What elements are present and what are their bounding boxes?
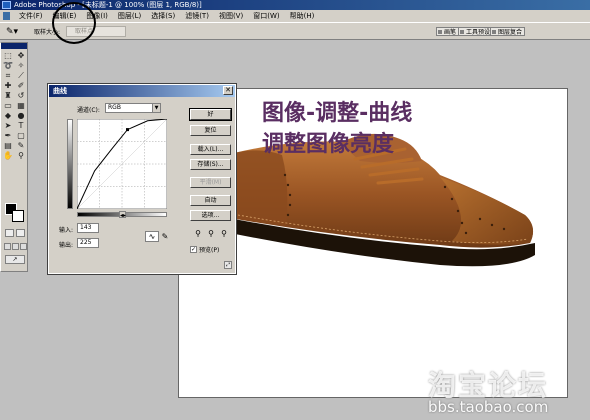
quick-mask-modes [5,229,25,237]
dialog-title: 曲线 [49,85,235,97]
healing-brush-tool-icon[interactable]: ✚ [2,81,14,90]
preview-checkbox[interactable]: ✓ [190,246,197,253]
clone-stamp-tool-icon[interactable]: ♜ [2,91,14,100]
ok-button[interactable]: 好 [189,108,232,121]
close-icon[interactable]: ✕ [223,86,233,95]
eyedropper-tool-icon[interactable]: ✎▾ [6,26,22,38]
toolbox: ⬚ ✥ ➰ ✧ ⌗ ⟋ ✚ ✐ ♜ ↺ ▭ ▦ ◆ ● ➤ T ✒ ▢ ▤ ✎ … [0,42,28,272]
full-screen-icon[interactable] [20,243,27,250]
load-button[interactable]: 载入(L)... [190,144,231,155]
curve-control-point [126,128,129,132]
blur-tool-icon[interactable]: ◆ [2,111,14,120]
lasso-tool-icon[interactable]: ➰ [2,61,14,70]
options-button[interactable]: 选项... [190,210,231,221]
black-eyedropper-icon[interactable]: ⚲ [194,228,202,239]
curves-dialog: 曲线 ✕ 通道(C): RGB ▼ ◂▸ 输入: 143 输出: 225 ∿ ✎… [47,83,237,275]
slice-tool-icon[interactable]: ⟋ [15,71,27,80]
auto-button[interactable]: 自动 [190,195,231,206]
brush-tool-icon[interactable]: ✐ [15,81,27,90]
photoshop-logo-icon [3,12,10,20]
chevron-down-icon: ▼ [152,104,160,112]
type-tool-icon[interactable]: T [15,121,27,130]
eyedropper-icon[interactable]: ✎ [15,141,27,150]
menu-window[interactable]: 窗口(W) [248,11,284,21]
zoom-tool-icon[interactable]: ⚲ [15,151,27,160]
gradient-toggle-icon[interactable]: ◂▸ [119,211,126,219]
hand-tool-icon[interactable]: ✋ [2,151,14,160]
menu-select[interactable]: 选择(S) [146,11,180,21]
photoshop-app-icon [2,1,11,9]
full-screen-menu-icon[interactable] [12,243,19,250]
jump-to-imageready-icon[interactable]: ↗ [5,255,25,264]
tab-layer-comps[interactable]: 图层复合 [490,27,526,36]
background-color-swatch[interactable] [12,210,24,222]
screen-mode-buttons [4,243,27,250]
gradient-tool-icon[interactable]: ▦ [15,101,27,110]
menu-layer[interactable]: 图层(L) [113,11,146,21]
standard-mode-icon[interactable] [5,229,14,237]
palette-well: 画笔 工具预设 图层复合 [410,24,590,38]
crop-tool-icon[interactable]: ⌗ [2,71,14,80]
menu-filter[interactable]: 滤镜(T) [180,11,214,21]
quick-mask-mode-icon[interactable] [16,229,25,237]
marquee-tool-icon[interactable]: ⬚ [2,51,14,60]
channel-value: RGB [108,104,121,111]
tab-brushes[interactable]: 画笔 [436,27,460,36]
standard-screen-icon[interactable] [4,243,11,250]
output-label: 输出: [59,242,74,249]
reset-button[interactable]: 复位 [190,125,231,136]
white-eyedropper-icon[interactable]: ⚲ [220,228,228,239]
output-gradient-bar [67,119,73,209]
tab-tool-presets[interactable]: 工具预设 [458,27,494,36]
pen-tool-icon[interactable]: ✒ [2,131,14,140]
magic-wand-tool-icon[interactable]: ✧ [15,61,27,70]
menu-view[interactable]: 视图(V) [214,11,248,21]
history-brush-tool-icon[interactable]: ↺ [15,91,27,100]
move-tool-icon[interactable]: ✥ [15,51,27,60]
caption-line-1: 图像-调整-曲线 [262,101,413,126]
channel-label: 通道(C): [77,107,100,114]
smooth-button[interactable]: 平滑(M) [190,177,231,188]
gray-eyedropper-icon[interactable]: ⚲ [207,228,215,239]
menu-file[interactable]: 文件(F) [14,11,48,21]
preview-label: 预览(P) [199,247,220,254]
curve-mode-icon[interactable]: ∿ [145,231,159,242]
watermark-url: bbs.taobao.com [428,398,549,416]
channel-select[interactable]: RGB ▼ [105,103,161,113]
notes-tool-icon[interactable]: ▤ [2,141,14,150]
annotation-circle [52,2,96,44]
menu-help[interactable]: 帮助(H) [285,11,320,21]
curve-graph[interactable] [77,119,167,209]
pencil-mode-icon[interactable]: ✎ [161,231,169,242]
output-field[interactable]: 225 [77,238,99,248]
eraser-tool-icon[interactable]: ▭ [2,101,14,110]
window-title: Adobe Photoshop - [未标题-1 @ 100% (图层 1, R… [14,1,202,9]
path-selection-tool-icon[interactable]: ➤ [2,121,14,130]
caption-line-2: 调整图像亮度 [262,132,395,157]
tool-grid: ⬚ ✥ ➰ ✧ ⌗ ⟋ ✚ ✐ ♜ ↺ ▭ ▦ ◆ ● ➤ T ✒ ▢ ▤ ✎ … [1,49,27,162]
input-label: 输入: [59,227,74,234]
shape-tool-icon[interactable]: ▢ [15,131,27,140]
input-field[interactable]: 143 [77,223,99,233]
expand-dialog-icon[interactable]: ⤢ [224,261,232,269]
dodge-tool-icon[interactable]: ● [15,111,27,120]
save-button[interactable]: 存储(S)... [190,159,231,170]
